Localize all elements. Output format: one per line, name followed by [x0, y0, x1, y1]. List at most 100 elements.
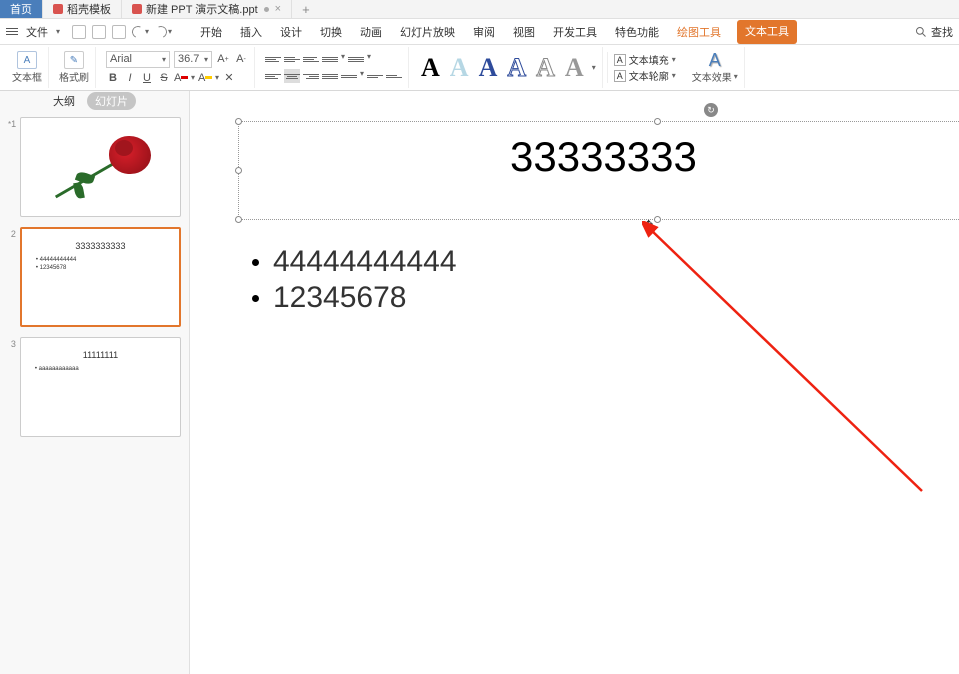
slides-tab[interactable]: 幻灯片 [87, 92, 136, 110]
qat-print-icon[interactable] [92, 25, 106, 39]
text-fill-label: 文本填充 [629, 52, 669, 67]
redo-icon [153, 24, 168, 39]
group-text-effect[interactable]: A 文本效果▾ [686, 47, 745, 88]
decrease-font-button[interactable]: A- [234, 52, 248, 66]
thumbnail-3[interactable]: 11111111 • aaaaaaaaaaaa [20, 337, 181, 437]
resize-handle-nw[interactable] [235, 118, 242, 125]
outline-tab[interactable]: 大纲 [53, 93, 75, 109]
tab-slideshow[interactable]: 幻灯片放映 [398, 20, 457, 44]
text-fill-icon: A [614, 54, 626, 66]
tab-insert[interactable]: 插入 [238, 20, 264, 44]
group-paragraph: ▾ ▾ ▾ [259, 47, 409, 88]
tab-document[interactable]: 新建 PPT 演示文稿.ppt × [122, 0, 292, 18]
align-left-button[interactable] [265, 69, 281, 83]
group-textbox[interactable]: A 文本框 [6, 47, 49, 88]
menu-right: 查找 [915, 24, 953, 40]
text-outline-button[interactable]: A文本轮廓▾ [614, 68, 676, 83]
italic-button[interactable]: I [123, 71, 137, 85]
wordart-more-icon[interactable]: ▾ [592, 63, 596, 72]
hamburger-icon[interactable] [6, 26, 18, 37]
thumb-3-number: 3 [8, 337, 16, 437]
tab-view[interactable]: 视图 [511, 20, 537, 44]
qat-undo[interactable]: ▾ [132, 25, 149, 39]
line-spacing-button[interactable] [341, 69, 357, 83]
slide-body-textbox[interactable]: 44444444444 12345678 [252, 243, 457, 317]
thumb-row-3: 3 11111111 • aaaaaaaaaaaa [8, 337, 181, 437]
wordart-style-1[interactable]: A [419, 53, 442, 83]
clear-format-button[interactable]: ✕ [222, 71, 236, 85]
resize-handle-n[interactable] [654, 118, 661, 125]
thumbnail-2[interactable]: 3333333333 • 44444444444 • 12345678 [20, 227, 181, 327]
tab-review[interactable]: 审阅 [471, 20, 497, 44]
numbering-dropdown-icon[interactable]: ▾ [367, 52, 371, 66]
tab-draw-tools[interactable]: 绘图工具 [675, 20, 723, 44]
textbox-icon: A [17, 51, 37, 69]
thumb-3-bullet-1: • aaaaaaaaaaaa [35, 366, 79, 372]
text-fill-button[interactable]: A文本填充▾ [614, 52, 676, 67]
align-center-button[interactable] [284, 69, 300, 83]
wordart-style-5[interactable]: A [534, 53, 557, 83]
format-painter-icon: ✎ [64, 51, 84, 69]
slide-canvas[interactable]: ↻ 33333333 44444444444 12345678 ✥ [190, 91, 959, 674]
bullet-2-text: 12345678 [273, 281, 406, 315]
align-right-button[interactable] [303, 69, 319, 83]
wordart-style-3[interactable]: A [477, 53, 500, 83]
selection-border [238, 219, 959, 220]
file-menu[interactable]: 文件 [26, 24, 48, 40]
tab-text-tools[interactable]: 文本工具 [737, 20, 797, 44]
tab-start[interactable]: 开始 [198, 20, 224, 44]
qat-save-icon[interactable] [72, 25, 86, 39]
wordart-style-4[interactable]: A [505, 53, 528, 83]
tab-special[interactable]: 特色功能 [613, 20, 661, 44]
thumb-3-title: 11111111 [21, 350, 180, 360]
resize-handle-w[interactable] [235, 167, 242, 174]
bullets-dropdown-icon[interactable]: ▾ [341, 52, 345, 66]
highlight-button[interactable]: A [198, 71, 212, 85]
tab-add[interactable]: + [292, 0, 320, 18]
tab-template[interactable]: 稻壳模板 [43, 0, 122, 18]
align-middle-button[interactable] [284, 52, 300, 66]
rose-leaf-shape [73, 182, 85, 199]
font-color-dropdown-icon[interactable]: ▾ [191, 73, 195, 82]
bullet-icon [252, 295, 259, 302]
bullets-button[interactable] [322, 52, 338, 66]
tab-animation[interactable]: 动画 [358, 20, 384, 44]
underline-button[interactable]: U [140, 71, 154, 85]
text-outline-label: 文本轮廓 [629, 68, 669, 83]
undo-icon [130, 24, 145, 39]
file-dropdown-icon[interactable]: ▾ [56, 27, 60, 36]
numbering-button[interactable] [348, 52, 364, 66]
highlight-dropdown-icon[interactable]: ▾ [215, 73, 219, 82]
search-button[interactable]: 查找 [931, 24, 953, 40]
thumbnail-1[interactable] [20, 117, 181, 217]
redo-dropdown-icon[interactable]: ▾ [168, 27, 172, 36]
font-size-combo[interactable]: 36.7▾ [174, 51, 212, 68]
wordart-style-2[interactable]: A [448, 53, 471, 83]
increase-font-button[interactable]: A+ [216, 52, 230, 66]
align-top-button[interactable] [265, 52, 281, 66]
resize-handle-sw[interactable] [235, 216, 242, 223]
thumbnail-list[interactable]: *1 2 3333333333 • 44444444444 • 12345678… [0, 111, 189, 674]
tab-transition[interactable]: 切换 [318, 20, 344, 44]
group-format-painter[interactable]: ✎ 格式刷 [53, 47, 96, 88]
tab-home[interactable]: 首页 [0, 0, 43, 18]
slide-title-text[interactable]: 33333333 [510, 133, 697, 181]
qat-redo[interactable]: ▾ [155, 25, 172, 39]
bold-button[interactable]: B [106, 71, 120, 85]
text-effect-icon: A [705, 51, 725, 69]
font-color-button[interactable]: A [174, 71, 188, 85]
wordart-style-6[interactable]: A [563, 53, 586, 83]
indent-inc-button[interactable] [386, 69, 402, 83]
align-justify-button[interactable] [322, 69, 338, 83]
qat-preview-icon[interactable] [112, 25, 126, 39]
line-spacing-dropdown-icon[interactable]: ▾ [360, 69, 364, 83]
strike-button[interactable]: S [157, 71, 171, 85]
undo-dropdown-icon[interactable]: ▾ [145, 27, 149, 36]
indent-dec-button[interactable] [367, 69, 383, 83]
tab-close-icon[interactable]: × [275, 3, 281, 15]
tab-design[interactable]: 设计 [278, 20, 304, 44]
font-name-combo[interactable]: Arial▾ [106, 51, 170, 68]
rotate-handle-icon[interactable]: ↻ [704, 103, 718, 117]
tab-developer[interactable]: 开发工具 [551, 20, 599, 44]
align-bottom-button[interactable] [303, 52, 319, 66]
